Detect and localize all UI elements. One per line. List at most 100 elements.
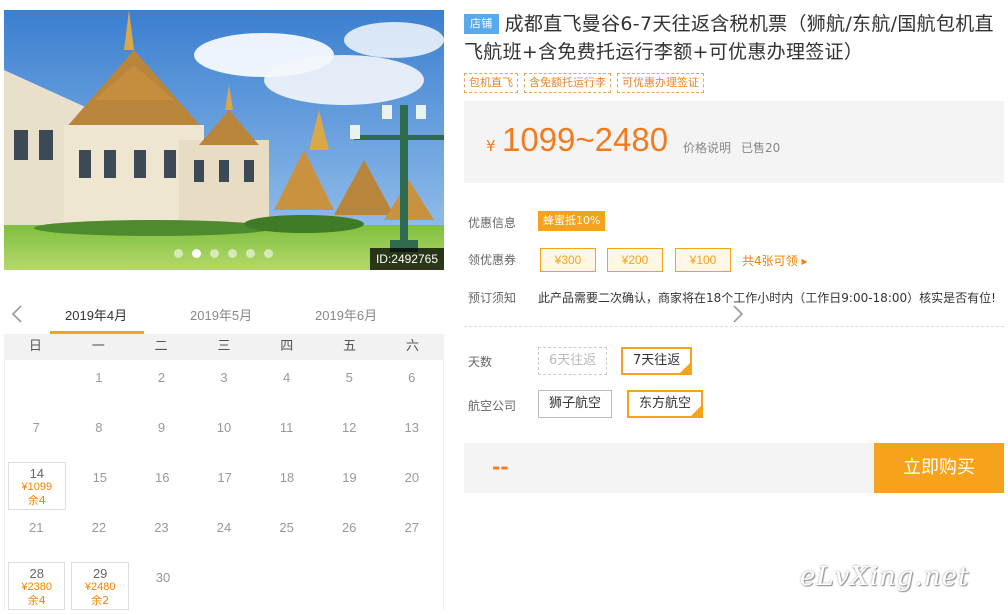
- carousel-dot[interactable]: [210, 249, 219, 258]
- product-title-text: 成都直飞曼谷6-7天往返含税机票（狮航/东航/国航包机直飞航班+含免费托运行李额…: [464, 13, 994, 63]
- calendar-day: 4: [255, 360, 318, 410]
- day-number: 15: [92, 470, 108, 485]
- sold-count: 已售20: [741, 141, 781, 155]
- weekday-label: 五: [343, 339, 357, 354]
- date-calendar: 2019年4月 2019年5月 2019年6月 日一二三四五六 12345678…: [4, 294, 744, 610]
- day-number: 5: [345, 370, 353, 385]
- currency-symbol: ¥: [486, 137, 496, 155]
- shop-badge: 店铺: [464, 14, 499, 34]
- weekday-label: 日: [28, 339, 42, 354]
- carousel-dot[interactable]: [228, 249, 237, 258]
- carousel-dots: [174, 249, 273, 258]
- calendar-day: 19: [318, 460, 380, 510]
- chevron-left-icon[interactable]: [10, 304, 24, 324]
- month-tab-2[interactable]: 2019年5月: [190, 305, 252, 324]
- palace-photo: [4, 10, 444, 270]
- buy-now-button[interactable]: 立即购买: [874, 443, 1004, 493]
- tag-item: 可优惠办理签证: [617, 73, 704, 93]
- days-option-7[interactable]: 7天往返: [621, 347, 693, 375]
- day-number: 14: [29, 466, 45, 481]
- day-stock: 余4: [27, 494, 46, 507]
- day-number: 22: [91, 520, 107, 535]
- calendar-week-row: 28 ¥2380 余4 29 ¥2480 余2 30: [5, 560, 443, 610]
- price-explain-link[interactable]: 价格说明: [683, 139, 731, 156]
- day-number: 1: [95, 370, 103, 385]
- month-tab-1[interactable]: 2019年4月: [65, 305, 127, 324]
- calendar-day: [256, 560, 318, 610]
- day-price: ¥2380: [21, 581, 53, 593]
- carousel-dot[interactable]: [264, 249, 273, 258]
- calendar-day: 2: [130, 360, 193, 410]
- calendar-day-available[interactable]: 28 ¥2380 余4: [8, 562, 66, 610]
- day-number: 29: [92, 566, 108, 581]
- calendar-day: 22: [68, 510, 131, 560]
- product-title: 店铺 成都直飞曼谷6-7天往返含税机票（狮航/东航/国航包机直飞航班+含免费托运行…: [464, 10, 1004, 66]
- active-month-indicator: [50, 331, 144, 334]
- tag-item: 含免额托运行李: [524, 73, 611, 93]
- day-number: 2: [157, 370, 166, 385]
- day-price: ¥2480: [84, 581, 116, 593]
- airline-option-eastern[interactable]: 东方航空: [627, 390, 704, 418]
- calendar-day: 5: [318, 360, 381, 410]
- coupon-200[interactable]: ¥200: [607, 248, 663, 272]
- calendar-day-available[interactable]: 14 ¥1099 余4: [8, 462, 66, 510]
- day-number: 4: [282, 370, 291, 385]
- calendar-day: 3: [193, 360, 256, 410]
- weekday-label: 二: [154, 339, 168, 354]
- promo-badge: 蜂蜜抵10%: [538, 211, 606, 231]
- buy-bar: -- 立即购买: [464, 443, 1004, 493]
- weekday-header: 日一二三四五六: [4, 334, 444, 360]
- calendar-day: 11: [255, 410, 318, 460]
- calendar-day: [381, 560, 443, 610]
- day-number: 6: [408, 370, 416, 385]
- total-price: --: [492, 455, 509, 479]
- day-number: 18: [279, 470, 295, 485]
- day-number: [5, 360, 68, 370]
- airline-label: 航空公司: [468, 399, 517, 413]
- calendar-day: [5, 360, 68, 410]
- booking-label: 预订须知: [468, 291, 517, 305]
- day-number: [256, 560, 318, 570]
- calendar-week-row: 1 2 3 4 5 6: [5, 360, 443, 410]
- day-number: 13: [404, 420, 419, 435]
- weekday-label: 六: [405, 339, 419, 354]
- carousel-dot[interactable]: [246, 249, 255, 258]
- day-number: 27: [404, 520, 419, 535]
- calendar-day: [194, 560, 256, 610]
- airline-option-lion[interactable]: 狮子航空: [538, 390, 613, 418]
- calendar-day: 30: [132, 560, 194, 610]
- day-number: 12: [341, 420, 357, 435]
- calendar-day: 27: [380, 510, 443, 560]
- day-number: 24: [216, 520, 232, 535]
- carousel-dot[interactable]: [192, 249, 201, 258]
- month-tab-3[interactable]: 2019年6月: [315, 305, 377, 324]
- image-id-label: ID:2492765: [369, 248, 444, 270]
- calendar-week-row: 14 ¥1099 余4 15 16 17 18 19 20: [5, 460, 443, 510]
- days-option-6[interactable]: 6天往返: [538, 347, 608, 375]
- day-number: 21: [29, 520, 44, 535]
- chevron-right-icon[interactable]: [468, 304, 1008, 324]
- calendar-header: 2019年4月 2019年5月 2019年6月: [4, 294, 744, 334]
- day-price: ¥1099: [21, 481, 53, 493]
- day-number: 11: [279, 420, 294, 435]
- coupon-300[interactable]: ¥300: [540, 248, 596, 272]
- day-number: 3: [220, 370, 228, 385]
- product-tags: 包机直飞 含免额托运行李 可优惠办理签证: [464, 73, 1004, 93]
- calendar-day: 8: [68, 410, 131, 460]
- coupon-more-link[interactable]: 共4张可领 ▸: [742, 252, 807, 269]
- price-range: 1099~2480: [502, 121, 669, 158]
- day-number: 20: [404, 470, 420, 485]
- promo-label: 优惠信息: [468, 216, 517, 230]
- calendar-day: 7: [5, 410, 68, 460]
- day-stock: 余2: [91, 594, 110, 607]
- weekday-label: 三: [217, 339, 231, 354]
- calendar-day: 20: [381, 460, 443, 510]
- coupon-100[interactable]: ¥100: [675, 248, 731, 272]
- day-number: 26: [341, 520, 357, 535]
- calendar-day: 6: [380, 360, 443, 410]
- carousel-dot[interactable]: [174, 249, 183, 258]
- day-number: 30: [155, 570, 171, 585]
- product-hero-image[interactable]: ID:2492765: [4, 10, 444, 270]
- product-info-panel: 店铺 成都直飞曼谷6-7天往返含税机票（狮航/东航/国航包机直飞航班+含免费托运行…: [464, 10, 1004, 493]
- calendar-day-available[interactable]: 29 ¥2480 余2: [71, 562, 129, 610]
